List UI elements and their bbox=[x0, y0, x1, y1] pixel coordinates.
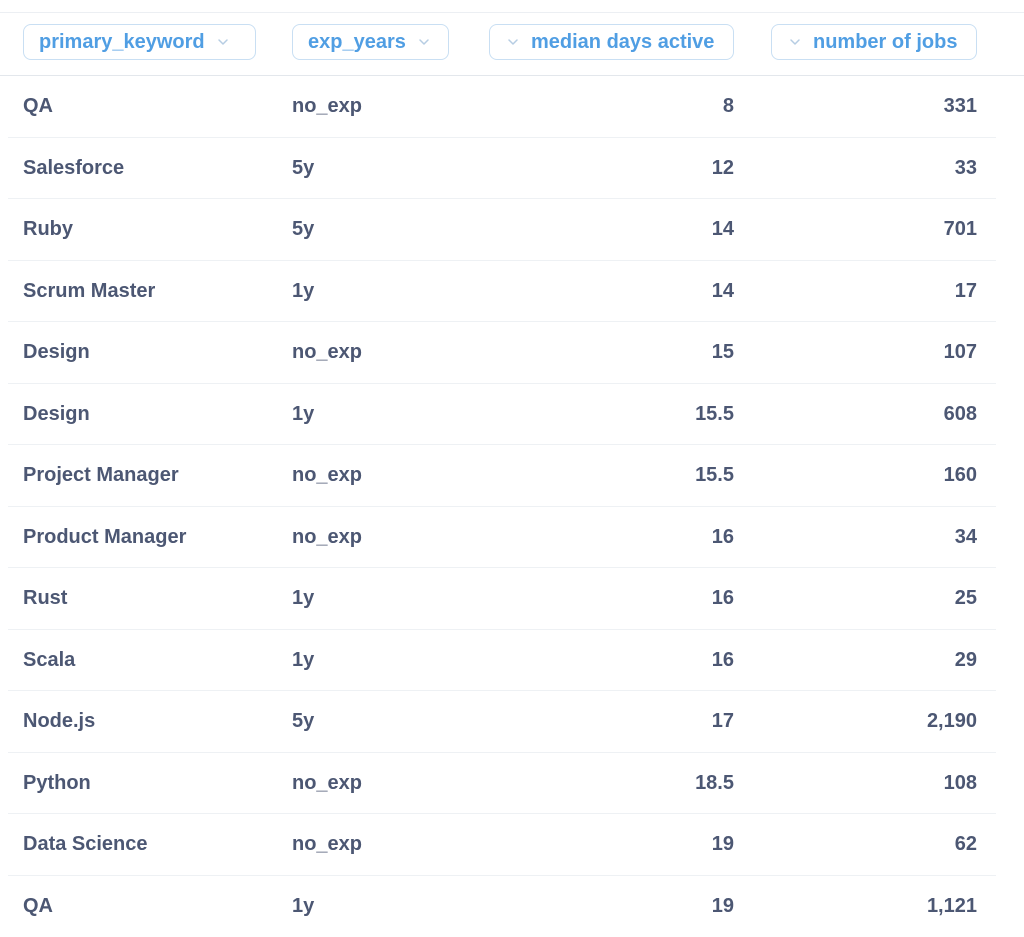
cell-median-days-active[interactable]: 16 bbox=[712, 568, 734, 630]
cell-exp-years[interactable]: no_exp bbox=[292, 76, 362, 138]
table-row: Node.js 5y 17 2,190 bbox=[0, 691, 1024, 753]
data-table: primary_keyword exp_years median days ac… bbox=[0, 0, 1024, 934]
table-body: QA no_exp 8 331 Salesforce 5y 12 33 Ruby… bbox=[0, 76, 1024, 937]
cell-primary-keyword[interactable]: Python bbox=[23, 753, 91, 815]
table-row: Ruby 5y 14 701 bbox=[0, 199, 1024, 261]
cell-median-days-active[interactable]: 16 bbox=[712, 630, 734, 692]
cell-number-of-jobs[interactable]: 160 bbox=[944, 445, 977, 507]
cell-exp-years[interactable]: 5y bbox=[292, 138, 314, 200]
table-row: Design no_exp 15 107 bbox=[0, 322, 1024, 384]
cell-primary-keyword[interactable]: Rust bbox=[23, 568, 67, 630]
table-row: Data Science no_exp 19 62 bbox=[0, 814, 1024, 876]
cell-number-of-jobs[interactable]: 108 bbox=[944, 753, 977, 815]
cell-exp-years[interactable]: 1y bbox=[292, 876, 314, 937]
cell-number-of-jobs[interactable]: 33 bbox=[955, 138, 977, 200]
table-row: Scrum Master 1y 14 17 bbox=[0, 261, 1024, 323]
cell-primary-keyword[interactable]: Node.js bbox=[23, 691, 95, 753]
cell-median-days-active[interactable]: 18.5 bbox=[695, 753, 734, 815]
cell-primary-keyword[interactable]: Scala bbox=[23, 630, 75, 692]
cell-primary-keyword[interactable]: Data Science bbox=[23, 814, 148, 876]
chevron-down-icon[interactable] bbox=[787, 34, 803, 50]
cell-number-of-jobs[interactable]: 34 bbox=[955, 507, 977, 569]
cell-number-of-jobs[interactable]: 1,121 bbox=[927, 876, 977, 937]
cell-median-days-active[interactable]: 14 bbox=[712, 261, 734, 323]
column-header-exp-years[interactable]: exp_years bbox=[292, 24, 449, 60]
cell-median-days-active[interactable]: 8 bbox=[723, 76, 734, 138]
table-row: Scala 1y 16 29 bbox=[0, 630, 1024, 692]
cell-median-days-active[interactable]: 12 bbox=[712, 138, 734, 200]
column-header-number-of-jobs[interactable]: number of jobs bbox=[771, 24, 977, 60]
chevron-down-icon[interactable] bbox=[416, 34, 432, 50]
cell-exp-years[interactable]: 5y bbox=[292, 691, 314, 753]
cell-exp-years[interactable]: no_exp bbox=[292, 753, 362, 815]
chevron-down-icon[interactable] bbox=[505, 34, 521, 50]
cell-number-of-jobs[interactable]: 29 bbox=[955, 630, 977, 692]
cell-number-of-jobs[interactable]: 25 bbox=[955, 568, 977, 630]
column-header-primary-keyword[interactable]: primary_keyword bbox=[23, 24, 256, 60]
cell-primary-keyword[interactable]: Design bbox=[23, 384, 90, 446]
cell-primary-keyword[interactable]: Design bbox=[23, 322, 90, 384]
cell-primary-keyword[interactable]: QA bbox=[23, 76, 53, 138]
cell-median-days-active[interactable]: 17 bbox=[712, 691, 734, 753]
cell-number-of-jobs[interactable]: 701 bbox=[944, 199, 977, 261]
table-row: Python no_exp 18.5 108 bbox=[0, 753, 1024, 815]
column-header-label: median days active bbox=[531, 31, 714, 54]
table-header: primary_keyword exp_years median days ac… bbox=[0, 13, 1024, 76]
column-header-label: number of jobs bbox=[813, 31, 957, 54]
cell-primary-keyword[interactable]: Project Manager bbox=[23, 445, 179, 507]
cell-median-days-active[interactable]: 15.5 bbox=[695, 445, 734, 507]
column-header-label: primary_keyword bbox=[39, 31, 205, 54]
cell-median-days-active[interactable]: 14 bbox=[712, 199, 734, 261]
cell-exp-years[interactable]: 1y bbox=[292, 261, 314, 323]
table-row: QA no_exp 8 331 bbox=[0, 76, 1024, 138]
cell-primary-keyword[interactable]: Ruby bbox=[23, 199, 73, 261]
cell-exp-years[interactable]: no_exp bbox=[292, 445, 362, 507]
cell-exp-years[interactable]: no_exp bbox=[292, 814, 362, 876]
cell-exp-years[interactable]: 1y bbox=[292, 630, 314, 692]
column-header-median-days-active[interactable]: median days active bbox=[489, 24, 734, 60]
cell-median-days-active[interactable]: 19 bbox=[712, 814, 734, 876]
cell-median-days-active[interactable]: 19 bbox=[712, 876, 734, 937]
cell-exp-years[interactable]: no_exp bbox=[292, 322, 362, 384]
table-row: Rust 1y 16 25 bbox=[0, 568, 1024, 630]
table-row: Design 1y 15.5 608 bbox=[0, 384, 1024, 446]
cell-exp-years[interactable]: 1y bbox=[292, 384, 314, 446]
cell-primary-keyword[interactable]: Product Manager bbox=[23, 507, 186, 569]
cell-number-of-jobs[interactable]: 608 bbox=[944, 384, 977, 446]
cell-exp-years[interactable]: 5y bbox=[292, 199, 314, 261]
cell-number-of-jobs[interactable]: 62 bbox=[955, 814, 977, 876]
table-row: QA 1y 19 1,121 bbox=[0, 876, 1024, 937]
cell-median-days-active[interactable]: 16 bbox=[712, 507, 734, 569]
cell-number-of-jobs[interactable]: 17 bbox=[955, 261, 977, 323]
cell-primary-keyword[interactable]: Salesforce bbox=[23, 138, 124, 200]
cell-exp-years[interactable]: no_exp bbox=[292, 507, 362, 569]
chevron-down-icon[interactable] bbox=[215, 34, 231, 50]
cell-number-of-jobs[interactable]: 2,190 bbox=[927, 691, 977, 753]
cell-primary-keyword[interactable]: Scrum Master bbox=[23, 261, 155, 323]
cell-median-days-active[interactable]: 15 bbox=[712, 322, 734, 384]
cell-number-of-jobs[interactable]: 331 bbox=[944, 76, 977, 138]
cell-number-of-jobs[interactable]: 107 bbox=[944, 322, 977, 384]
table-row: Salesforce 5y 12 33 bbox=[0, 138, 1024, 200]
table-row: Product Manager no_exp 16 34 bbox=[0, 507, 1024, 569]
cell-exp-years[interactable]: 1y bbox=[292, 568, 314, 630]
column-header-label: exp_years bbox=[308, 31, 406, 54]
cell-primary-keyword[interactable]: QA bbox=[23, 876, 53, 937]
table-row: Project Manager no_exp 15.5 160 bbox=[0, 445, 1024, 507]
cell-median-days-active[interactable]: 15.5 bbox=[695, 384, 734, 446]
